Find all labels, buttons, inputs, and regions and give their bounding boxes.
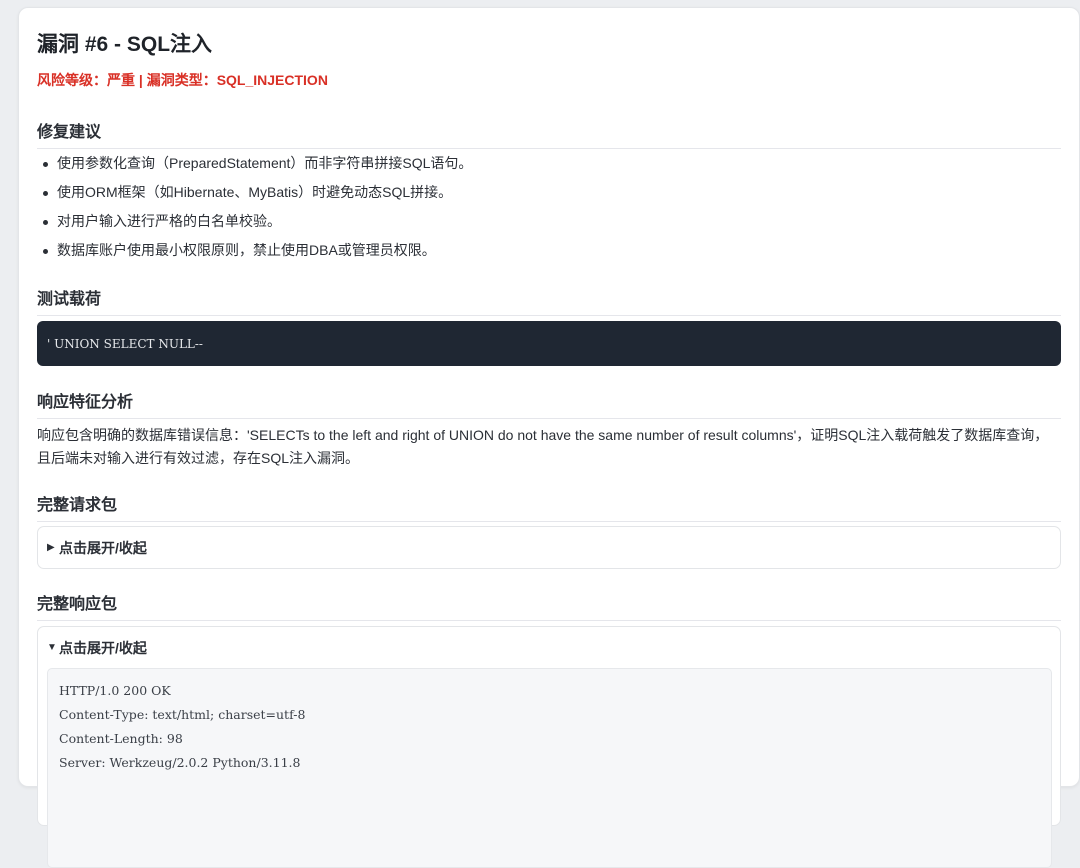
request-heading: 完整请求包 — [37, 491, 1061, 522]
payload-code: ' UNION SELECT NULL-- — [47, 336, 203, 351]
list-item: 使用ORM框架（如Hibernate、MyBatis）时避免动态SQL拼接。 — [37, 178, 1061, 207]
list-item: 对用户输入进行严格的白名单校验。 — [37, 207, 1061, 236]
vulnerability-title: 漏洞 #6 - SQL注入 — [37, 33, 213, 56]
payload-heading: 测试载荷 — [37, 285, 1061, 316]
request-toggle-label: 点击展开/收起 — [59, 539, 147, 556]
response-line: Content-Length: 98 — [59, 731, 183, 746]
vulnerability-card: 漏洞 #6 - SQL注入 风险等级：严重 | 漏洞类型：SQL_INJECTI… — [18, 7, 1080, 868]
response-toggle[interactable]: ▼ 点击展开/收起 — [38, 627, 1060, 668]
analysis-text: 响应包含明确的数据库错误信息：'SELECTs to the left and … — [37, 427, 1049, 466]
response-line: HTTP/1.0 200 OK — [59, 683, 171, 698]
response-collapse: ▼ 点击展开/收起 HTTP/1.0 200 OK Content-Type: … — [37, 626, 1061, 868]
triangle-down-icon: ▼ — [47, 642, 57, 653]
fix-suggestion-heading: 修复建议 — [37, 118, 1061, 149]
response-line: Content-Type: text/html; charset=utf-8 — [59, 707, 306, 722]
payload-code-block: ' UNION SELECT NULL-- — [37, 321, 1061, 366]
response-line: Server: Werkzeug/2.0.2 Python/3.11.8 — [59, 755, 301, 770]
list-item: 使用参数化查询（PreparedStatement）而非字符串拼接SQL语句。 — [37, 149, 1061, 178]
response-toggle-label: 点击展开/收起 — [59, 639, 147, 656]
list-item: 数据库账户使用最小权限原则，禁止使用DBA或管理员权限。 — [37, 236, 1061, 265]
triangle-right-icon: ▶ — [47, 542, 55, 553]
response-heading: 完整响应包 — [37, 590, 1061, 621]
risk-level-line: 风险等级：严重 | 漏洞类型：SQL_INJECTION — [37, 72, 328, 88]
fix-suggestion-list: 使用参数化查询（PreparedStatement）而非字符串拼接SQL语句。 … — [37, 149, 1061, 265]
response-body: HTTP/1.0 200 OK Content-Type: text/html;… — [47, 668, 1052, 868]
request-collapse: ▶ 点击展开/收起 — [37, 526, 1061, 569]
request-toggle[interactable]: ▶ 点击展开/收起 — [38, 527, 1060, 568]
analysis-heading: 响应特征分析 — [37, 388, 1061, 419]
